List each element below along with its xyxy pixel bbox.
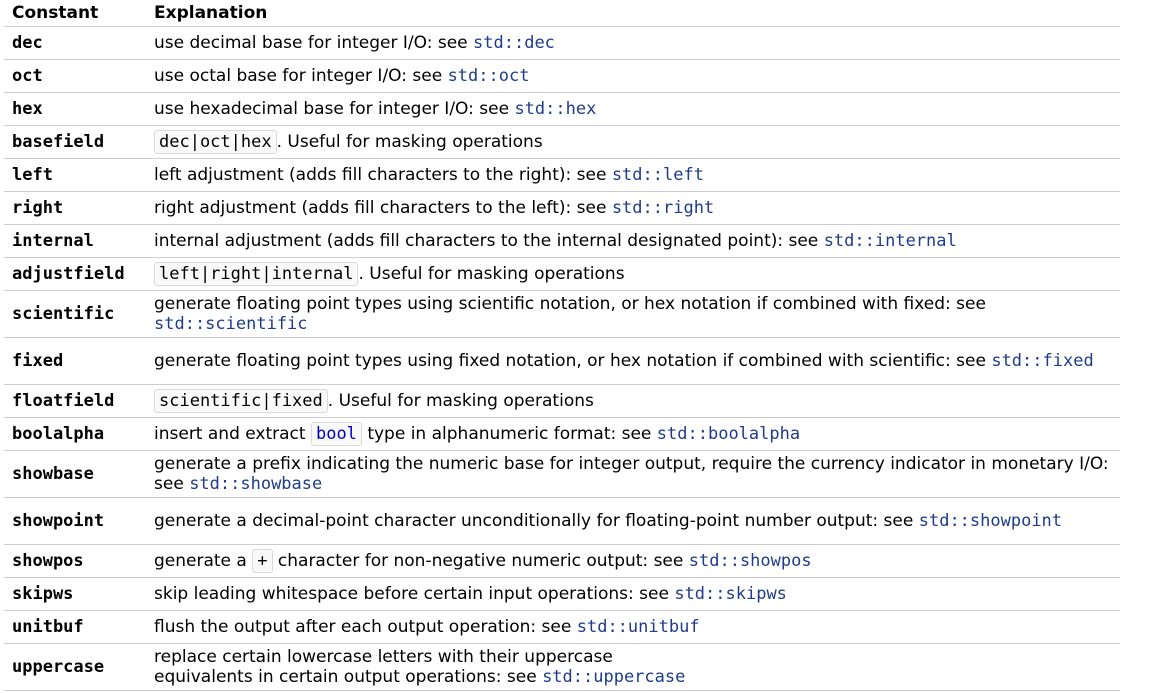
reference-link[interactable]: std::fixed [991, 351, 1093, 371]
table-row: oct use octal base for integer I/O: see … [4, 59, 1120, 93]
table-row: floatfield scientific|fixed. Useful for … [4, 384, 1120, 418]
explanation: left|right|internal. Useful for masking … [146, 257, 1120, 291]
table-row: scientific generate floating point types… [4, 290, 1120, 338]
reference-link[interactable]: std::skipws [674, 584, 787, 604]
inline-code: dec|oct|hex [154, 130, 277, 154]
explanation-text: . Useful for masking operations [327, 391, 594, 411]
explanation-text: generate a decimal-point character uncon… [154, 511, 919, 531]
explanation: right adjustment (adds fill characters t… [146, 191, 1120, 225]
inline-code: left|right|internal [154, 262, 359, 286]
table-row: fixed generate floating point types usin… [4, 337, 1120, 385]
constant-name: hex [4, 92, 146, 126]
table-row: internal internal adjustment (adds fill … [4, 224, 1120, 258]
explanation-text: use octal base for integer I/O: see [154, 66, 448, 86]
explanation: internal adjustment (adds fill character… [146, 224, 1120, 258]
constant-name: left [4, 158, 146, 192]
constant-name: uppercase [4, 643, 146, 691]
explanation-text: generate a [154, 551, 253, 571]
table-row: skipws skip leading whitespace before ce… [4, 577, 1120, 611]
inline-code: + [252, 549, 273, 573]
reference-link[interactable]: std::uppercase [542, 667, 685, 687]
reference-link[interactable]: std::scientific [154, 314, 308, 334]
table-row: hex use hexadecimal base for integer I/O… [4, 92, 1120, 126]
explanation-text: flush the output after each output opera… [154, 617, 577, 637]
explanation-text: . Useful for masking operations [276, 132, 543, 152]
table-row: basefield dec|oct|hex. Useful for maskin… [4, 125, 1120, 159]
table-row: dec use decimal base for integer I/O: se… [4, 26, 1120, 60]
constant-name: showpoint [4, 497, 146, 545]
constant-name: adjustfield [4, 257, 146, 291]
table-row: adjustfield left|right|internal. Useful … [4, 257, 1120, 291]
reference-link[interactable]: std::boolalpha [657, 424, 800, 444]
explanation: generate a + character for non-negative … [146, 544, 1120, 578]
reference-link[interactable]: std::showpos [689, 551, 812, 571]
reference-link[interactable]: std::oct [448, 66, 530, 86]
constant-name: scientific [4, 290, 146, 338]
constant-name: dec [4, 26, 146, 60]
table-row: unitbuf flush the output after each outp… [4, 610, 1120, 644]
explanation-text: insert and extract [154, 424, 311, 444]
explanation: use decimal base for integer I/O: see st… [146, 26, 1120, 60]
constant-name: floatfield [4, 384, 146, 418]
explanation-text: replace certain lowercase letters with t… [154, 647, 613, 667]
explanation: generate a prefix indicating the numeric… [146, 450, 1120, 498]
table-row: left left adjustment (adds fill characte… [4, 158, 1120, 192]
explanation-text: skip leading whitespace before certain i… [154, 584, 675, 604]
explanation-text: . Useful for masking operations [358, 264, 625, 284]
explanation-text: character for non-negative numeric outpu… [272, 551, 689, 571]
table-row: right right adjustment (adds fill charac… [4, 191, 1120, 225]
explanation: generate floating point types using fixe… [146, 337, 1120, 385]
reference-link[interactable]: std::showbase [189, 474, 322, 494]
explanation: left adjustment (adds fill characters to… [146, 158, 1120, 192]
table-row: boolalpha insert and extract bool type i… [4, 417, 1120, 451]
explanation: generate a decimal-point character uncon… [146, 497, 1120, 545]
explanation-text: equivalents in certain output operations… [154, 667, 543, 687]
constant-name: unitbuf [4, 610, 146, 644]
inline-code: bool [310, 422, 362, 446]
reference-link[interactable]: std::hex [514, 99, 596, 119]
explanation-text: right adjustment (adds fill characters t… [154, 198, 612, 218]
constant-name: fixed [4, 337, 146, 385]
constant-name: basefield [4, 125, 146, 159]
table-row: uppercase replace certain lowercase lett… [4, 643, 1120, 691]
reference-link[interactable]: std::internal [824, 231, 957, 251]
explanation-text: left adjustment (adds fill characters to… [154, 165, 612, 185]
explanation: use hexadecimal base for integer I/O: se… [146, 92, 1120, 126]
explanation: replace certain lowercase letters with t… [146, 643, 1120, 691]
table-row: showpoint generate a decimal-point chara… [4, 497, 1120, 545]
reference-link[interactable]: std::unitbuf [577, 617, 700, 637]
column-header-constant: Constant [4, 0, 146, 27]
constant-name: right [4, 191, 146, 225]
explanation: flush the output after each output opera… [146, 610, 1120, 644]
constants-table: Constant Explanation dec use decimal bas… [4, 0, 1120, 691]
explanation: generate floating point types using scie… [146, 290, 1120, 338]
explanation-text: generate floating point types using fixe… [154, 351, 992, 371]
explanation: insert and extract bool type in alphanum… [146, 417, 1120, 451]
explanation: skip leading whitespace before certain i… [146, 577, 1120, 611]
explanation-text: use decimal base for integer I/O: see [154, 33, 474, 53]
explanation-text: type in alphanumeric format: see [361, 424, 657, 444]
explanation: use octal base for integer I/O: see std:… [146, 59, 1120, 93]
constant-name: oct [4, 59, 146, 93]
constant-name: skipws [4, 577, 146, 611]
table-header-row: Constant Explanation [4, 0, 1120, 27]
table-row: showbase generate a prefix indicating th… [4, 450, 1120, 498]
inline-code: scientific|fixed [154, 389, 328, 413]
reference-link[interactable]: std::showpoint [919, 511, 1062, 531]
constant-name: showpos [4, 544, 146, 578]
constant-name: showbase [4, 450, 146, 498]
explanation-text: internal adjustment (adds fill character… [154, 231, 824, 251]
constant-name: boolalpha [4, 417, 146, 451]
explanation-text: generate floating point types using scie… [154, 294, 986, 314]
reference-link[interactable]: std::right [612, 198, 714, 218]
reference-link[interactable]: std::left [612, 165, 704, 185]
constant-name: internal [4, 224, 146, 258]
table-row: showpos generate a + character for non-n… [4, 544, 1120, 578]
explanation: dec|oct|hex. Useful for masking operatio… [146, 125, 1120, 159]
column-header-explanation: Explanation [146, 0, 1120, 27]
explanation: scientific|fixed. Useful for masking ope… [146, 384, 1120, 418]
explanation-text: use hexadecimal base for integer I/O: se… [154, 99, 515, 119]
reference-link[interactable]: std::dec [473, 33, 555, 53]
